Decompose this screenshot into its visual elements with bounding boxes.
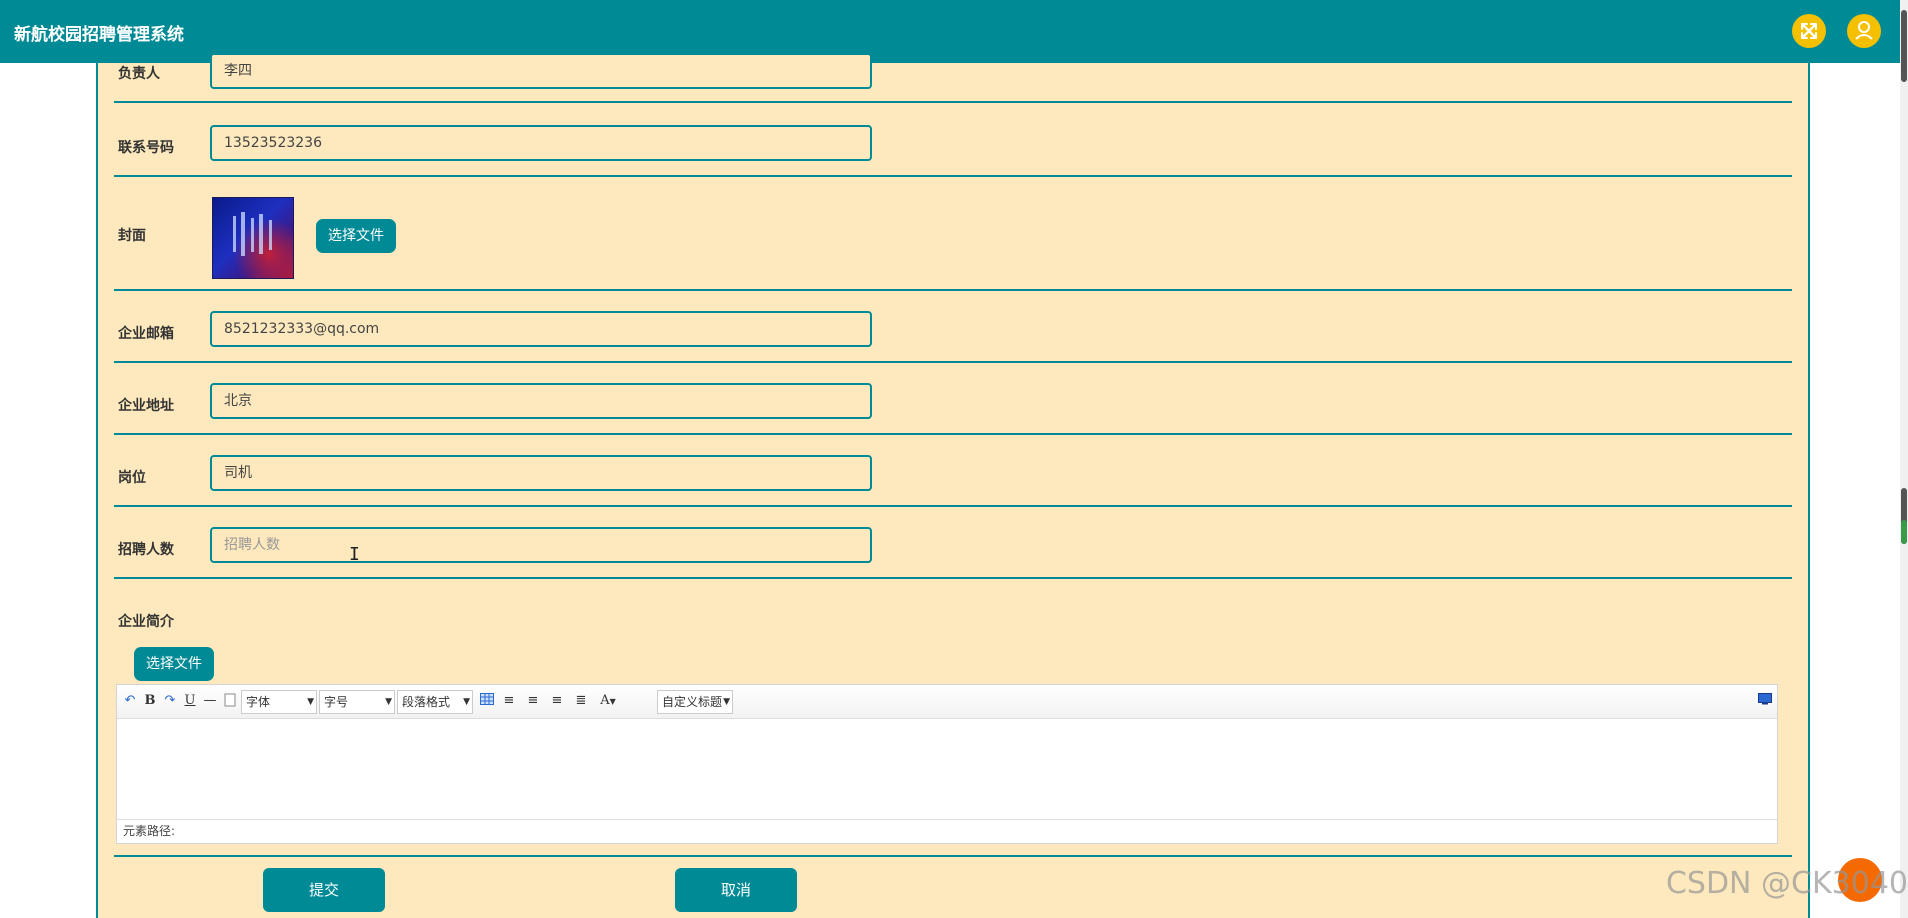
user-icon[interactable] bbox=[1847, 14, 1881, 48]
headcount-label: 招聘人数 bbox=[118, 542, 174, 558]
phone-row: 联系号码 13523523236 bbox=[114, 103, 1792, 177]
headcount-input[interactable]: 招聘人数 bbox=[210, 527, 872, 563]
rich-text-editor[interactable]: ↶ B ↷ U — 字体 ▼ 字号 ▼ 段落格式 ▼ ≡ ≡ ≡ ≣ A▼ 自定义标题… bbox=[116, 684, 1778, 844]
custom-title-select[interactable]: 自定义标题 ▼ bbox=[657, 690, 733, 714]
email-row: 企业邮箱 8521232333@qq.com bbox=[114, 291, 1792, 363]
chevron-down-icon: ▼ bbox=[385, 697, 392, 707]
intro-divider bbox=[114, 855, 1792, 857]
scrollbar-indicator bbox=[1901, 520, 1907, 544]
font-select[interactable]: 字体 ▼ bbox=[241, 690, 317, 714]
format-select[interactable]: 段落格式 ▼ bbox=[397, 690, 473, 714]
font-select-value: 字体 bbox=[246, 695, 271, 709]
email-input[interactable]: 8521232333@qq.com bbox=[210, 311, 872, 347]
align-justify-icon[interactable]: ≣ bbox=[573, 693, 589, 709]
chevron-down-icon: ▼ bbox=[723, 697, 730, 707]
size-select[interactable]: 字号 ▼ bbox=[319, 690, 395, 714]
align-center-icon[interactable]: ≡ bbox=[549, 693, 565, 709]
owner-row: 负责人 李四 bbox=[114, 53, 1792, 103]
cover-choose-file-button[interactable]: 选择文件 bbox=[316, 219, 396, 253]
owner-input[interactable]: 李四 bbox=[210, 53, 872, 89]
address-input[interactable]: 北京 bbox=[210, 383, 872, 419]
size-select-value: 字号 bbox=[324, 695, 349, 709]
cover-row: 封面 选择文件 bbox=[114, 177, 1792, 291]
paste-icon-svg bbox=[224, 693, 236, 707]
editor-fullscreen-icon-svg bbox=[1758, 693, 1772, 705]
headcount-row: 招聘人数 招聘人数 bbox=[114, 507, 1792, 579]
app-title: 新航校园招聘管理系统 bbox=[14, 25, 184, 45]
redo-icon[interactable]: ↷ bbox=[163, 693, 177, 709]
watermark: CSDN @CK3040 bbox=[1665, 866, 1908, 901]
font-color-button[interactable]: A▼ bbox=[597, 693, 619, 709]
position-label: 岗位 bbox=[118, 470, 146, 486]
fullscreen-icon-svg bbox=[1801, 23, 1817, 39]
intro-label: 企业简介 bbox=[118, 614, 174, 630]
position-input[interactable]: 司机 bbox=[210, 455, 872, 491]
scrollbar[interactable] bbox=[1900, 0, 1908, 918]
custom-title-select-value: 自定义标题 bbox=[662, 695, 723, 709]
align-left-icon[interactable]: ≡ bbox=[501, 693, 517, 709]
scrollbar-thumb[interactable] bbox=[1901, 10, 1907, 82]
align-right-icon[interactable]: ≡ bbox=[525, 693, 541, 709]
underline-button[interactable]: U bbox=[183, 693, 197, 709]
chevron-down-icon: ▼ bbox=[463, 697, 470, 707]
phone-label: 联系号码 bbox=[118, 140, 174, 156]
table-icon[interactable] bbox=[479, 693, 495, 709]
address-row: 企业地址 北京 bbox=[114, 363, 1792, 435]
editor-fullscreen-icon[interactable] bbox=[1757, 693, 1773, 709]
cover-label: 封面 bbox=[118, 228, 146, 244]
position-row: 岗位 司机 bbox=[114, 435, 1792, 507]
undo-icon[interactable]: ↶ bbox=[123, 693, 137, 709]
horizontal-rule-icon[interactable]: — bbox=[203, 693, 217, 709]
paste-icon[interactable] bbox=[223, 693, 237, 709]
cover-image bbox=[212, 197, 294, 279]
bold-button[interactable]: B bbox=[143, 693, 157, 709]
user-icon-svg bbox=[1855, 21, 1873, 40]
chevron-down-icon: ▼ bbox=[307, 697, 314, 707]
table-icon-svg bbox=[480, 693, 494, 705]
font-color-label: A bbox=[600, 693, 610, 708]
address-label: 企业地址 bbox=[118, 398, 174, 414]
chevron-down-icon: ▼ bbox=[609, 697, 616, 706]
owner-label: 负责人 bbox=[118, 66, 160, 82]
editor-status-bar: 元素路径: bbox=[117, 819, 1777, 843]
intro-choose-file-button[interactable]: 选择文件 bbox=[134, 647, 214, 681]
format-select-value: 段落格式 bbox=[402, 695, 451, 709]
cancel-button[interactable]: 取消 bbox=[675, 868, 797, 912]
fullscreen-icon[interactable] bbox=[1792, 14, 1826, 48]
email-label: 企业邮箱 bbox=[118, 326, 174, 342]
text-cursor-icon: I bbox=[349, 544, 360, 565]
submit-button[interactable]: 提交 bbox=[263, 868, 385, 912]
editor-toolbar: ↶ B ↷ U — 字体 ▼ 字号 ▼ 段落格式 ▼ ≡ ≡ ≡ ≣ A▼ 自定义标题… bbox=[117, 685, 1777, 719]
phone-input[interactable]: 13523523236 bbox=[210, 125, 872, 161]
